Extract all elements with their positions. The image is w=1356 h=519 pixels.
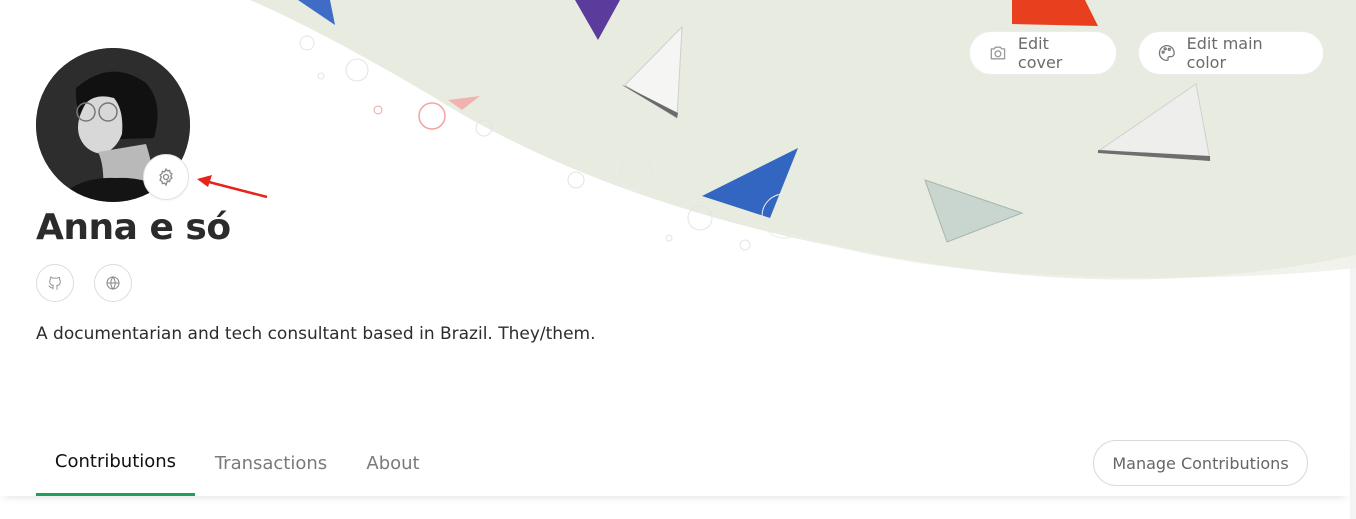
edit-cover-button[interactable]: Edit cover: [969, 31, 1117, 75]
profile-bio: A documentarian and tech consultant base…: [36, 324, 596, 344]
edit-main-color-label: Edit main color: [1186, 34, 1263, 72]
website-link[interactable]: [94, 264, 132, 302]
edit-main-color-button[interactable]: Edit main color: [1138, 31, 1324, 75]
github-link[interactable]: [36, 264, 74, 302]
tab-transactions[interactable]: Transactions: [203, 430, 339, 496]
tab-contributions[interactable]: Contributions: [36, 430, 195, 496]
profile-tabs: Contributions Transactions About Manage …: [0, 430, 1350, 496]
palette-icon: [1158, 44, 1175, 62]
gear-icon: [159, 167, 173, 187]
camera-icon: [990, 46, 1006, 60]
avatar-settings-button[interactable]: [143, 154, 189, 200]
manage-contributions-button[interactable]: Manage Contributions: [1093, 440, 1308, 486]
annotation-arrow: [197, 175, 268, 199]
tab-about[interactable]: About: [356, 430, 430, 496]
github-icon: [48, 276, 61, 290]
edit-cover-label: Edit cover: [1017, 34, 1063, 72]
profile-name: Anna e só: [36, 207, 231, 248]
globe-icon: [106, 276, 120, 290]
